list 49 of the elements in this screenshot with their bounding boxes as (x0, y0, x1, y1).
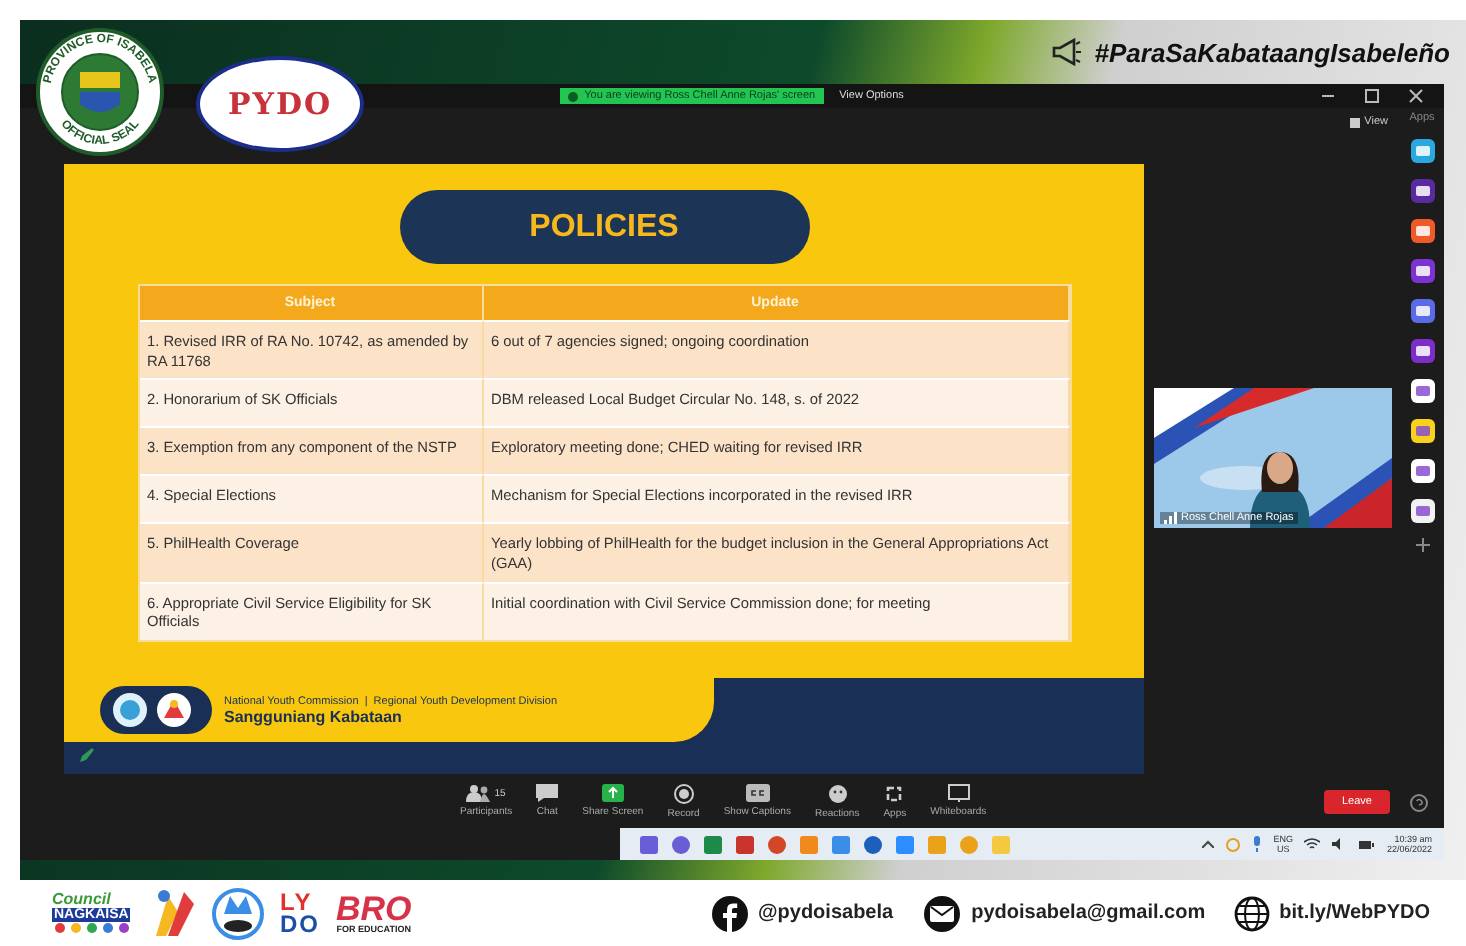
maximize-icon[interactable] (1364, 88, 1380, 104)
close-icon[interactable] (1408, 88, 1424, 104)
app-icon[interactable] (1409, 258, 1435, 284)
footer-title: Sangguniang Kabataan (224, 707, 404, 725)
app-icon[interactable] (1409, 418, 1435, 444)
contact-text: @pydoisabela (758, 902, 894, 924)
help-icon[interactable] (1410, 793, 1428, 811)
hands-logo (212, 885, 264, 941)
commission-logo (112, 692, 148, 728)
app-icon[interactable] (1409, 138, 1435, 164)
contact-text: bit.ly/WebPYDO (1279, 902, 1430, 924)
app-icon[interactable] (1409, 178, 1435, 204)
wifi-icon[interactable] (1304, 838, 1321, 850)
app-icon[interactable] (1409, 498, 1435, 524)
logo-text: BRO (336, 891, 412, 926)
whiteboard-icon (947, 784, 970, 802)
battery-icon[interactable] (1358, 839, 1375, 849)
facebook-icon (712, 895, 749, 931)
contact-text: pydoisabela@gmail.com (971, 902, 1206, 924)
dots-icon (52, 922, 132, 934)
status-icon (568, 91, 579, 101)
megaphone-icon (1050, 38, 1083, 66)
mail-icon (921, 895, 962, 931)
app-icon[interactable] (1409, 338, 1435, 364)
record-icon (673, 784, 694, 804)
chevron-icon[interactable] (1201, 840, 1214, 848)
smiley-icon (827, 784, 848, 804)
council-logo (156, 692, 192, 728)
add-icon[interactable] (1415, 538, 1429, 552)
office-logo: PYDO (196, 56, 364, 152)
signal-icon (1163, 512, 1177, 524)
hashtag: #ParaSaKabataangIsabeleño (1094, 37, 1450, 67)
chat-icon (536, 784, 559, 802)
logo-text: DO (280, 913, 320, 935)
microphone-icon[interactable] (1251, 836, 1262, 852)
participants-icon (466, 784, 491, 802)
logo-text: LY (280, 891, 313, 913)
app-icon[interactable] (1409, 458, 1435, 484)
app-icon[interactable] (1409, 218, 1435, 244)
app-icon[interactable] (1409, 298, 1435, 324)
share-screen-icon (601, 784, 624, 802)
pencil-icon[interactable] (76, 746, 96, 766)
captions-icon (745, 784, 770, 802)
slide-title: POLICIES (399, 190, 809, 264)
app-icon[interactable] (1409, 378, 1435, 404)
apps-icon (884, 784, 905, 804)
logo-text: Council (52, 892, 111, 908)
view-icon (1350, 117, 1361, 127)
globe-icon (1233, 895, 1270, 931)
